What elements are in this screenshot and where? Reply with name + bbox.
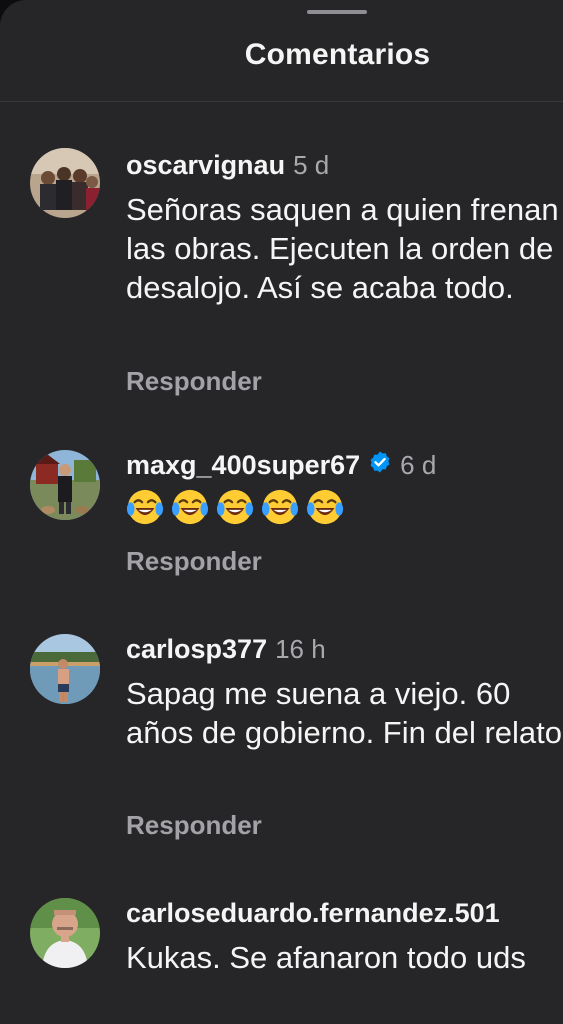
comment-meta: maxg_400super67 6 d xyxy=(126,448,436,482)
timestamp: 6 d xyxy=(400,450,437,480)
comment-meta: carlosp377 16 h xyxy=(126,632,326,666)
sheet-title: Comentarios xyxy=(244,38,431,71)
comment-text: Sapag me suena a viejo. 60 años de gobie… xyxy=(126,676,563,750)
comment-text: Señoras saquen a quien frenan las obras.… xyxy=(126,192,559,305)
face-with-tears-of-joy-icon xyxy=(306,488,344,526)
header-divider xyxy=(0,101,563,102)
reply-button[interactable]: Responder xyxy=(126,546,262,577)
avatar-photo xyxy=(30,898,100,968)
face-with-tears-of-joy-icon xyxy=(261,488,299,526)
avatar[interactable] xyxy=(30,634,100,704)
avatar-photo xyxy=(30,148,100,218)
reply-button[interactable]: Responder xyxy=(126,810,262,841)
comments-sheet: Comentarios oscarvignau 5 d Señoras saque… xyxy=(0,0,563,1024)
username[interactable]: carloseduardo.fernandez.501 xyxy=(126,898,500,928)
face-with-tears-of-joy-icon xyxy=(126,488,164,526)
username[interactable]: carlosp377 xyxy=(126,634,267,664)
avatar[interactable] xyxy=(30,898,100,968)
timestamp: 16 h xyxy=(275,634,326,664)
face-with-tears-of-joy-icon xyxy=(216,488,254,526)
emoji-row xyxy=(126,488,351,528)
username[interactable]: oscarvignau xyxy=(126,150,285,180)
timestamp: 5 d xyxy=(293,150,330,180)
avatar-photo xyxy=(30,450,100,520)
drag-handle[interactable] xyxy=(307,10,367,14)
username[interactable]: maxg_400super67 xyxy=(126,450,360,480)
comment-meta: carloseduardo.fernandez.501 xyxy=(126,896,500,930)
avatar[interactable] xyxy=(30,148,100,218)
avatar-photo xyxy=(30,634,100,704)
comment-meta: oscarvignau 5 d xyxy=(126,148,329,182)
avatar[interactable] xyxy=(30,450,100,520)
face-with-tears-of-joy-icon xyxy=(171,488,209,526)
verified-badge-icon xyxy=(368,448,392,482)
comment-text: Kukas. Se afanaron todo uds xyxy=(126,940,526,975)
reply-button[interactable]: Responder xyxy=(126,366,262,397)
